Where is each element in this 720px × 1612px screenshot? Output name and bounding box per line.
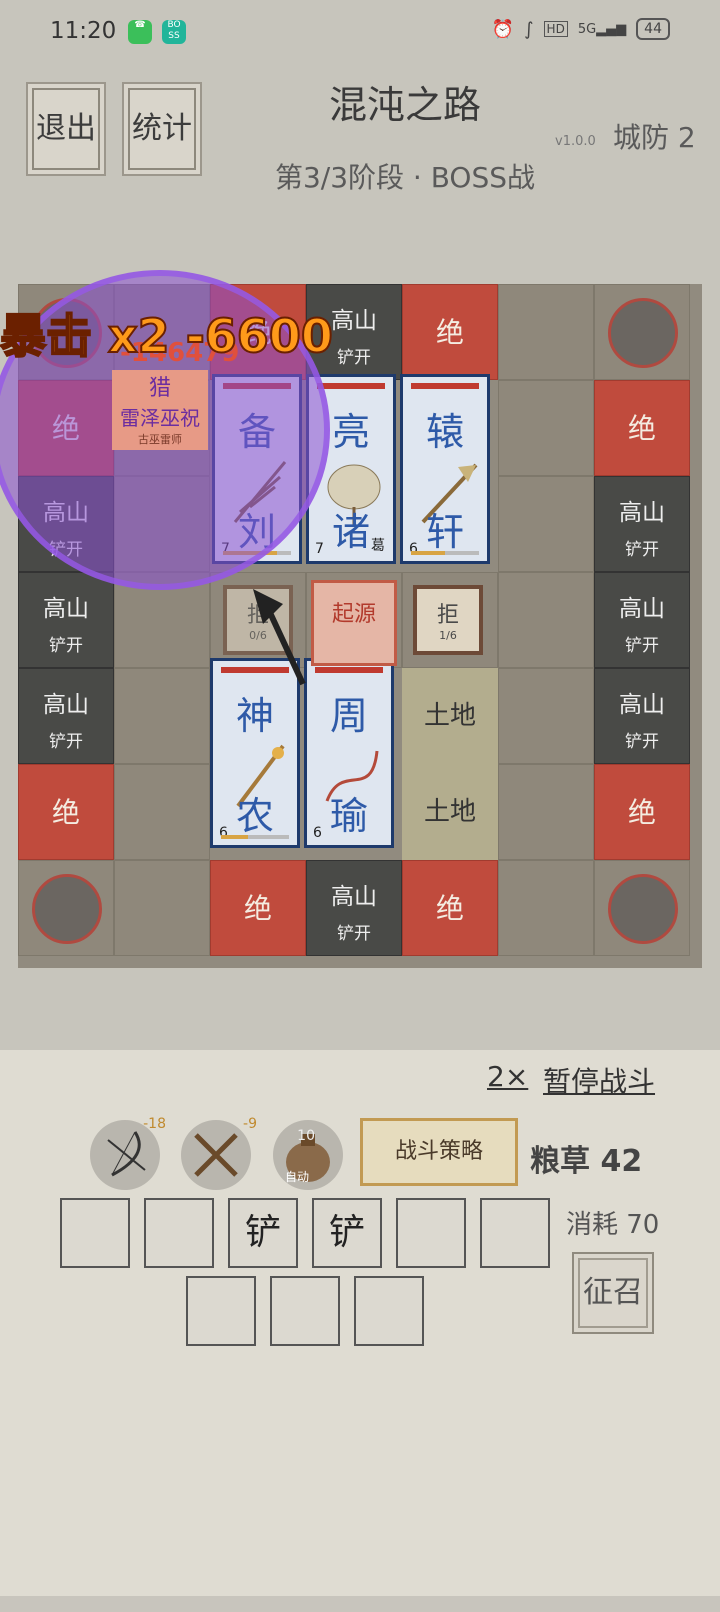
skill-grain-bag[interactable]: 10 自动	[273, 1120, 343, 1190]
board-cell[interactable]	[18, 860, 114, 956]
hero-name-top: 辕	[425, 410, 464, 454]
consume-label: 消耗 70	[566, 1210, 660, 1240]
signal-icon: 5G▂▄▆	[577, 21, 627, 37]
cliff-tile[interactable]: 绝	[18, 764, 114, 860]
boss-subtitle: 古巫雷师	[138, 433, 182, 446]
phone-app-icon: ☎	[128, 20, 152, 44]
card-slot[interactable]	[270, 1276, 340, 1346]
card-slot[interactable]	[396, 1198, 466, 1268]
barrier-tile[interactable]: 拒 1/6	[413, 585, 483, 655]
battle-strategy-button[interactable]: 战斗策略	[360, 1118, 518, 1186]
boss-name: 雷泽巫祝	[120, 406, 200, 430]
hero-level: 7	[315, 541, 324, 557]
board-cell[interactable]	[498, 380, 594, 476]
mountain-tile[interactable]: 高山铲开	[18, 668, 114, 764]
corner-target-icon	[608, 298, 678, 368]
pause-battle-button[interactable]: 暂停战斗	[543, 1060, 655, 1100]
hero-hp-bar	[317, 383, 385, 389]
card-slot[interactable]	[354, 1276, 424, 1346]
cliff-tile[interactable]: 绝	[594, 380, 690, 476]
board-cell[interactable]	[114, 668, 210, 764]
cliff-tile[interactable]: 绝	[594, 764, 690, 860]
land-tile[interactable]: 土地	[402, 764, 498, 860]
board-cell[interactable]	[498, 572, 594, 668]
grain-count: 粮草 42	[530, 1144, 643, 1179]
mountain-tile[interactable]: 高山铲开	[594, 668, 690, 764]
board-cell[interactable]	[498, 860, 594, 956]
corner-target-icon	[608, 874, 678, 944]
hero-card-xuanyuan[interactable]: 辕 轩 6	[400, 374, 490, 564]
board-cell[interactable]	[498, 764, 594, 860]
crit-text: 暴击 x2 -6600	[0, 308, 334, 364]
city-defense: 城防 2	[613, 121, 696, 154]
cliff-tile[interactable]: 绝	[402, 860, 498, 956]
mountain-tile[interactable]: 高山铲开	[306, 860, 402, 956]
hero-surname-tag: 葛	[371, 538, 385, 554]
version-label: v1.0.0	[555, 134, 596, 149]
status-right: ⏰ ∫ HD 5G▂▄▆ 44	[492, 18, 670, 40]
skill-auto-label: 自动	[285, 1170, 310, 1184]
cliff-tile[interactable]: 绝	[402, 284, 498, 380]
mountain-tile[interactable]: 高山铲开	[594, 476, 690, 572]
barrier-label: 拒	[436, 603, 459, 628]
hero-level: 6	[313, 825, 322, 841]
hero-hp-bar	[411, 383, 479, 389]
alarm-icon: ⏰	[491, 18, 515, 40]
board-cell[interactable]	[594, 284, 690, 380]
bluetooth-icon: ∫	[524, 18, 534, 40]
hero-hp-bar	[315, 667, 383, 673]
boss-app-icon: BO SS	[162, 20, 186, 44]
hero-name-top: 周	[329, 694, 368, 738]
card-slot[interactable]	[186, 1276, 256, 1346]
nav-bar	[0, 1596, 720, 1612]
land-tile[interactable]: 土地	[402, 668, 498, 764]
battery-icon: 44	[636, 18, 670, 40]
mountain-tile[interactable]: 高山铲开	[594, 572, 690, 668]
boss-card[interactable]: 猎 雷泽巫祝 古巫雷师	[112, 370, 208, 450]
recruit-button[interactable]: 征召	[572, 1252, 654, 1334]
corner-target-icon	[32, 874, 102, 944]
attack-arrow-icon	[253, 589, 306, 686]
card-slot[interactable]: 铲	[312, 1198, 382, 1268]
board-cell[interactable]	[498, 668, 594, 764]
hd-icon: HD	[543, 21, 568, 37]
speed-toggle[interactable]: 2×	[487, 1060, 528, 1093]
stage-label: 第3/3阶段 · BOSS战	[274, 161, 536, 194]
board-cell[interactable]	[594, 860, 690, 956]
board-cell[interactable]	[498, 476, 594, 572]
boss-role: 猎	[148, 376, 171, 401]
skill-tools[interactable]: -9	[181, 1116, 257, 1190]
card-slot[interactable]	[60, 1198, 130, 1268]
skill-count: -18	[143, 1116, 166, 1132]
skill-bow[interactable]: -18	[90, 1116, 166, 1190]
skill-count: -9	[243, 1116, 257, 1132]
hero-xp-bar	[411, 551, 479, 555]
origin-tile[interactable]: 起源	[311, 580, 397, 666]
clock: 11:20	[50, 18, 117, 44]
board-cell[interactable]	[114, 860, 210, 956]
mountain-tile[interactable]: 高山铲开	[18, 572, 114, 668]
board-cell[interactable]	[114, 764, 210, 860]
card-slot[interactable]: 铲	[228, 1198, 298, 1268]
barrier-count: 1/6	[439, 629, 457, 642]
status-bar: 11:20 ☎ BO SS ⏰ ∫ HD 5G▂▄▆ 44	[0, 0, 720, 64]
hero-xp-bar	[221, 835, 289, 839]
page-title: 混沌之路	[328, 83, 481, 127]
skill-count: 10	[297, 1128, 315, 1144]
cliff-tile[interactable]: 绝	[210, 860, 306, 956]
card-slot[interactable]	[480, 1198, 550, 1268]
crossed-tools-icon	[194, 1133, 238, 1177]
card-slot[interactable]	[144, 1198, 214, 1268]
board-cell[interactable]	[498, 284, 594, 380]
